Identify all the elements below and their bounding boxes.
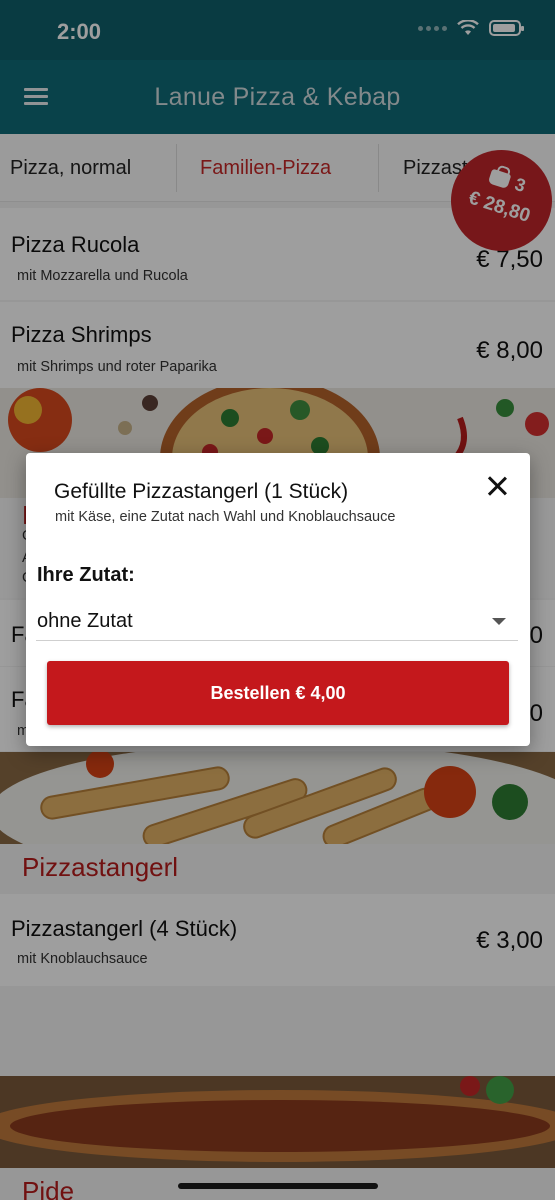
option-select-value: ohne Zutat: [37, 610, 133, 632]
dialog-title: Gefüllte Pizzastangerl (1 Stück): [54, 480, 349, 503]
close-icon[interactable]: [486, 475, 508, 497]
order-button[interactable]: Bestellen € 4,00: [47, 661, 509, 725]
option-select[interactable]: ohne Zutat: [36, 601, 518, 641]
home-indicator[interactable]: [178, 1183, 378, 1189]
product-dialog: Gefüllte Pizzastangerl (1 Stück) mit Käs…: [26, 453, 530, 746]
dialog-subtitle: mit Käse, eine Zutat nach Wahl und Knobl…: [55, 509, 396, 525]
option-label: Ihre Zutat:: [37, 564, 135, 586]
chevron-down-icon: [492, 618, 506, 625]
